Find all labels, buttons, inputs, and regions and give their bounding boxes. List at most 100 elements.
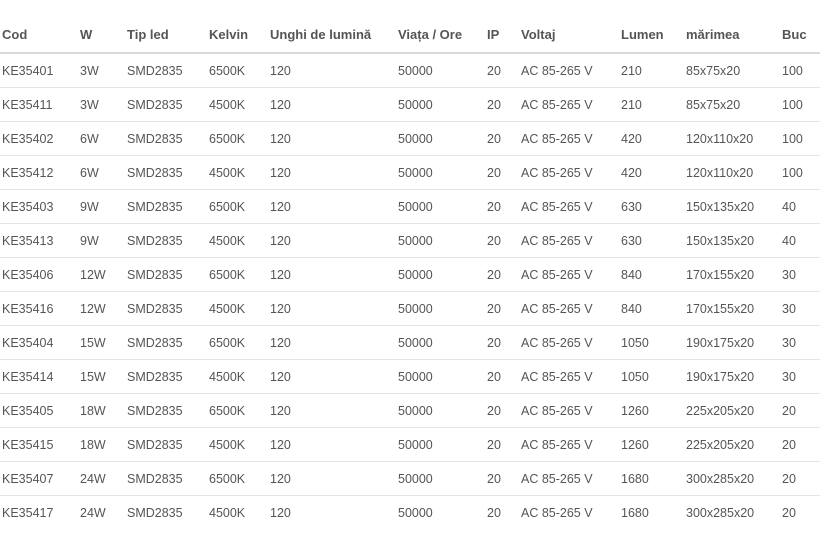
cell-lumen: 1260	[621, 393, 686, 428]
cell-marimea: 300x285x20	[686, 461, 782, 496]
table-row: KE35401 3W SMD2835 6500K 120 50000 20 AC 85-265…	[0, 53, 820, 88]
cell-w: 12W	[80, 291, 127, 326]
cell-kelvin: 6500K	[209, 257, 270, 292]
cell-buc: 40	[782, 189, 820, 224]
cell-w: 3W	[80, 53, 127, 88]
cell-marimea: 120x110x20	[686, 121, 782, 156]
cell-voltaj: AC 85-265 V	[521, 53, 621, 88]
cell-cod: KE35417	[2, 505, 54, 520]
cell-buc: 40	[782, 223, 820, 258]
cell-unghi: 120	[270, 155, 398, 190]
table-row: KE35403 9W SMD2835 6500K 120 50000 20 AC 85-265…	[0, 189, 820, 224]
cell-tip-led: SMD2835	[127, 189, 209, 224]
cell-tip-led: SMD2835	[127, 393, 209, 428]
cell-w: 12W	[80, 257, 127, 292]
header-row: Cod W Tip led Kelvin Unghi de lumină Via…	[0, 18, 820, 54]
cell-lumen: 210	[621, 53, 686, 88]
cell-w: 24W	[80, 505, 106, 520]
cell-buc: 20	[782, 461, 820, 496]
cell-buc: 20	[782, 427, 820, 462]
cell-lumen: 630	[621, 223, 686, 258]
cell-unghi: 120	[270, 427, 398, 462]
cell-viata: 50000	[398, 87, 487, 122]
cell-w: 24W	[80, 461, 127, 496]
cell-lumen: 1680	[621, 505, 649, 520]
cell-w: 15W	[80, 325, 127, 360]
cell-voltaj: AC 85-265 V	[521, 155, 621, 190]
cell-viata: 50000	[398, 505, 433, 520]
header-kelvin: Kelvin	[209, 18, 270, 54]
cell-viata: 50000	[398, 189, 487, 224]
cell-viata: 50000	[398, 257, 487, 292]
cell-unghi: 120	[270, 53, 398, 88]
cell-lumen: 1050	[621, 325, 686, 360]
header-voltaj: Voltaj	[521, 18, 621, 54]
header-w: W	[80, 18, 127, 54]
cell-tip-led: SMD2835	[127, 87, 209, 122]
cell-cod: KE35405	[0, 393, 80, 428]
cell-lumen: 420	[621, 121, 686, 156]
cell-unghi: 120	[270, 257, 398, 292]
cell-marimea: 225x205x20	[686, 393, 782, 428]
cell-lumen: 840	[621, 291, 686, 326]
cell-marimea: 120x110x20	[686, 155, 782, 190]
cell-voltaj: AC 85-265 V	[521, 461, 621, 496]
cell-buc: 100	[782, 121, 820, 156]
cell-unghi: 120	[270, 393, 398, 428]
cell-buc: 100	[782, 53, 820, 88]
cell-unghi: 120	[270, 223, 398, 258]
cell-voltaj: AC 85-265 V	[521, 223, 621, 258]
cell-marimea: 300x285x20	[686, 505, 755, 520]
cell-kelvin: 4500K	[209, 359, 270, 394]
header-marimea: mărimea	[686, 18, 782, 54]
cell-viata: 50000	[398, 53, 487, 88]
cell-unghi: 120	[270, 461, 398, 496]
cell-unghi: 120	[270, 505, 291, 520]
cell-kelvin: 6500K	[209, 189, 270, 224]
cell-viata: 50000	[398, 461, 487, 496]
cell-w: 9W	[80, 223, 127, 258]
cell-cod: KE35407	[0, 461, 80, 496]
cell-unghi: 120	[270, 359, 398, 394]
header-lumen: Lumen	[621, 18, 686, 54]
cell-buc: 30	[782, 325, 820, 360]
cell-ip: 20	[487, 189, 521, 224]
cell-cod: KE35414	[0, 359, 80, 394]
cell-buc: 30	[782, 257, 820, 292]
cell-tip-led: SMD2835	[127, 257, 209, 292]
cell-lumen: 1260	[621, 427, 686, 462]
cell-voltaj: AC 85-265 V	[521, 189, 621, 224]
cell-kelvin: 6500K	[209, 325, 270, 360]
cell-cod: KE35411	[0, 87, 80, 122]
cell-ip: 20	[487, 325, 521, 360]
header-ip: IP	[487, 18, 521, 54]
cell-lumen: 630	[621, 189, 686, 224]
cell-unghi: 120	[270, 189, 398, 224]
cell-ip: 20	[487, 427, 521, 462]
cell-kelvin: 4500K	[209, 87, 270, 122]
cell-viata: 50000	[398, 359, 487, 394]
cell-viata: 50000	[398, 155, 487, 190]
cell-ip: 20	[487, 291, 521, 326]
cell-voltaj: AC 85-265 V	[521, 359, 621, 394]
cell-kelvin: 4500K	[209, 291, 270, 326]
cell-w: 15W	[80, 359, 127, 394]
cell-lumen: 1680	[621, 461, 686, 496]
cell-ip: 20	[487, 87, 521, 122]
cell-cod: KE35406	[0, 257, 80, 292]
header-tip-led: Tip led	[127, 18, 209, 54]
cell-ip: 20	[487, 461, 521, 496]
cell-cod: KE35404	[0, 325, 80, 360]
cell-lumen: 210	[621, 87, 686, 122]
cell-w: 18W	[80, 393, 127, 428]
cell-marimea: 150x135x20	[686, 223, 782, 258]
cell-cod: KE35403	[0, 189, 80, 224]
cell-cod: KE35401	[0, 53, 80, 88]
cell-tip-led: SMD2835	[127, 223, 209, 258]
cell-marimea: 85x75x20	[686, 53, 782, 88]
cell-marimea: 225x205x20	[686, 427, 782, 462]
cell-tip-led: SMD2835	[127, 325, 209, 360]
table-row: KE35406 12W SMD2835 6500K 120 50000 20 AC 85-26…	[0, 257, 820, 292]
cell-unghi: 120	[270, 87, 398, 122]
header-buc: Buc	[782, 18, 820, 54]
